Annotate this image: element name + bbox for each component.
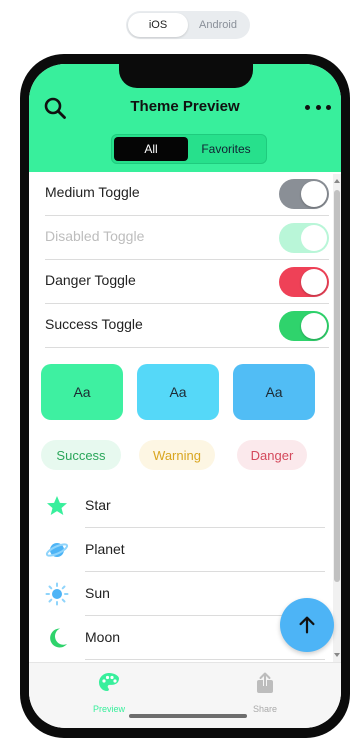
medium-toggle[interactable] <box>279 179 329 209</box>
scroll-to-top-button[interactable] <box>280 598 334 652</box>
tab-favorites[interactable]: Favorites <box>188 137 264 161</box>
list-item-label: Planet <box>85 541 125 557</box>
list-item-label: Star <box>85 497 111 513</box>
toggle-row-danger: Danger Toggle <box>45 260 329 304</box>
sun-icon <box>45 582 69 606</box>
palette-icon <box>97 671 121 700</box>
bottom-tab-bar: Preview Share <box>29 662 341 728</box>
share-icon <box>253 671 277 700</box>
chip-success[interactable]: Success <box>41 440 121 470</box>
toggle-label: Disabled Toggle <box>45 228 145 244</box>
list-item-sun[interactable]: Sun <box>45 572 325 616</box>
scroll-down-arrow[interactable] <box>334 653 340 657</box>
tab-preview[interactable]: Preview <box>69 671 149 714</box>
tab-label: Preview <box>92 704 125 714</box>
segment-tabs: All Favorites <box>111 134 267 164</box>
platform-android-button[interactable]: Android <box>188 13 248 37</box>
home-indicator <box>129 714 247 718</box>
more-icon[interactable] <box>305 102 331 112</box>
platform-ios-button[interactable]: iOS <box>128 13 188 37</box>
list-item-star[interactable]: Star <box>45 484 325 528</box>
danger-toggle[interactable] <box>279 267 329 297</box>
toggle-label: Medium Toggle <box>45 184 140 200</box>
page-title: Theme Preview <box>130 98 240 115</box>
scroll-up-arrow[interactable] <box>334 179 340 183</box>
disabled-toggle <box>279 223 329 253</box>
star-icon <box>45 494 69 518</box>
platform-switch: iOS Android <box>126 11 250 39</box>
list-item-label: Moon <box>85 629 121 645</box>
toggle-row-disabled: Disabled Toggle <box>45 216 329 260</box>
toggle-label: Danger Toggle <box>45 272 136 288</box>
moon-icon <box>45 626 69 650</box>
divider <box>85 659 325 660</box>
success-toggle[interactable] <box>279 311 329 341</box>
phone-frame: Theme Preview All Favorites Medium Toggl… <box>20 54 350 738</box>
swatch-tertiary[interactable]: Aa <box>233 364 315 420</box>
tab-share[interactable]: Share <box>225 671 305 714</box>
tab-all[interactable]: All <box>114 137 188 161</box>
chip-warning[interactable]: Warning <box>139 440 215 470</box>
toggle-row-success: Success Toggle <box>45 304 329 348</box>
content-area: Medium Toggle Disabled Toggle Danger Tog… <box>29 172 333 662</box>
chip-danger[interactable]: Danger <box>237 440 307 470</box>
scrollbar-thumb[interactable] <box>334 190 340 582</box>
swatch-secondary[interactable]: Aa <box>137 364 219 420</box>
arrow-up-icon <box>299 616 315 634</box>
swatch-primary[interactable]: Aa <box>41 364 123 420</box>
toggle-row-medium: Medium Toggle <box>45 172 329 216</box>
list-item-label: Sun <box>85 585 110 601</box>
planet-icon <box>45 538 69 562</box>
phone-notch <box>119 64 253 88</box>
toggle-label: Success Toggle <box>45 316 143 332</box>
list-item-planet[interactable]: Planet <box>45 528 325 572</box>
scrollbar[interactable] <box>333 174 341 662</box>
phone-screen: Theme Preview All Favorites Medium Toggl… <box>29 64 341 728</box>
tab-label: Share <box>252 704 278 714</box>
